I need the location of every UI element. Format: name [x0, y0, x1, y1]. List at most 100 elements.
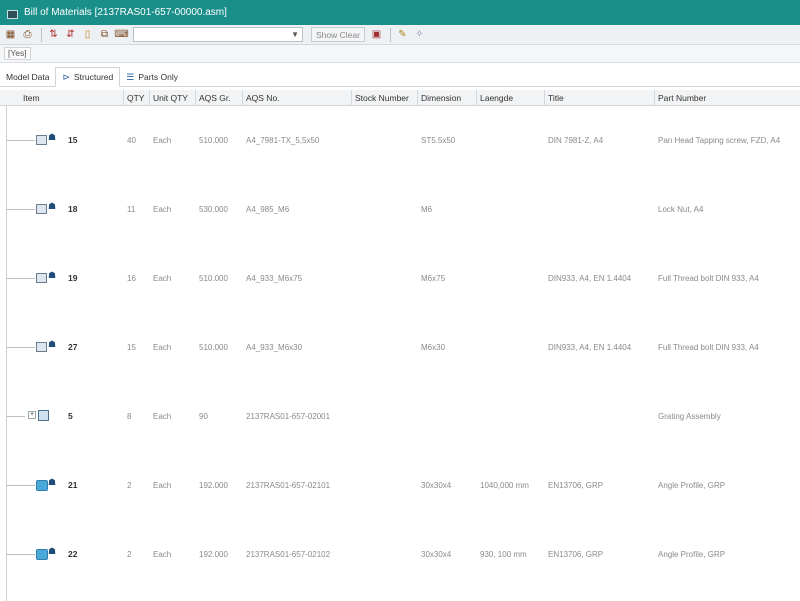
column-header-unit-qty[interactable]: Unit QTY: [150, 90, 196, 106]
laengde-cell: 930, 100 mm: [480, 550, 527, 559]
filter-icon[interactable]: ⧉: [97, 27, 112, 42]
column-header-stock-number[interactable]: Stock Number: [352, 90, 418, 106]
qty-cell: 8: [127, 412, 132, 421]
tree-connector: [7, 278, 35, 279]
print-icon[interactable]: ⎙: [20, 27, 35, 42]
laengde-cell: [477, 382, 545, 451]
sort-ascending-icon[interactable]: ⇅: [46, 27, 61, 42]
aqs-gr-cell: 530.000: [199, 205, 228, 214]
part-number-cell: Full Thread bolt DIN 933, A4: [658, 343, 759, 352]
tree-connector: [7, 209, 35, 210]
stock-number-cell: [352, 313, 418, 382]
tab-model-data[interactable]: Model Data: [0, 68, 55, 86]
qty-cell: 11: [127, 205, 136, 214]
table-row[interactable]: ☗ 21 2 Each 192.000 2137RAS01-657-02101 30x30x…: [0, 451, 800, 520]
title-cell: DIN 7981-Z, A4: [548, 136, 604, 145]
aqs-gr-cell: 192.000: [199, 550, 228, 559]
tab-structured[interactable]: ⊳ Structured: [55, 67, 121, 87]
unit-qty-cell: Each: [153, 274, 172, 283]
tab-label: Model Data: [6, 72, 50, 82]
aqs-gr-cell: 510.000: [199, 136, 228, 145]
stock-number-cell: [352, 175, 418, 244]
aqs-no-cell: A4_985_M6: [246, 205, 290, 214]
laengde-cell: [477, 106, 545, 175]
sub-toolbar: [Yes]: [0, 45, 800, 63]
show-clear-button[interactable]: Show Clear: [311, 27, 365, 42]
laengde-cell: [477, 175, 545, 244]
filter-combo[interactable]: ▼: [133, 27, 303, 42]
laengde-cell: [477, 313, 545, 382]
user-icon: ☗: [48, 339, 57, 349]
aqs-gr-cell: 90: [199, 412, 208, 421]
table-row[interactable]: ☗ 22 2 Each 192.000 2137RAS01-657-02102 30x30x…: [0, 520, 800, 589]
expand-icon[interactable]: +: [28, 411, 36, 419]
unit-qty-cell: Each: [153, 550, 172, 559]
table-row[interactable]: ☗ 18 11 Each 530.000 A4_985_M6 M6 Lock Nut, A4: [0, 175, 800, 244]
title-cell: DIN933, A4, EN 1.4404: [548, 274, 632, 283]
aqs-no-cell: 2137RAS01-657-02102: [246, 550, 331, 559]
column-header-qty[interactable]: QTY: [124, 90, 150, 106]
stock-number-cell: [352, 382, 418, 451]
dimension-cell: [418, 382, 477, 451]
dimension-cell: M6x30: [421, 343, 446, 352]
tree-connector: [7, 347, 35, 348]
dimension-cell: M6: [421, 205, 433, 214]
aqs-gr-cell: 510.000: [199, 274, 228, 283]
stock-number-cell: [352, 451, 418, 520]
export-icon[interactable]: ▦: [3, 27, 18, 42]
stock-number-cell: [352, 106, 418, 175]
column-header-part-number[interactable]: Part Number: [655, 90, 800, 106]
tree-connector: [7, 485, 35, 486]
stock-number-cell: [352, 244, 418, 313]
new-document-icon[interactable]: ▯: [80, 27, 95, 42]
user-icon: ☗: [48, 270, 57, 280]
column-header-aqs-no[interactable]: AQS No.: [243, 90, 352, 106]
user-icon: ☗: [48, 132, 57, 142]
qty-cell: 15: [127, 343, 136, 352]
aqs-no-cell: 2137RAS01-657-02101: [246, 481, 331, 490]
help-icon[interactable]: ✧: [412, 27, 427, 42]
profile-icon: ☗: [36, 546, 58, 562]
table-row[interactable]: ☗ 19 16 Each 510.000 A4_933_M6x75 M6x75 DIN933,…: [0, 244, 800, 313]
aqs-gr-cell: 510.000: [199, 343, 228, 352]
table-row[interactable]: ☗ 15 40 Each 510.000 A4_7981-TX_5,5x50 ST5.5x5…: [0, 106, 800, 175]
part-number-cell: Full Thread bolt DIN 933, A4: [658, 274, 759, 283]
view-options-icon[interactable]: ⌨: [114, 27, 129, 42]
window-titlebar: Bill of Materials [2137RAS01-657-00000.a…: [0, 0, 800, 25]
column-header-laengde[interactable]: Laengde: [477, 90, 545, 106]
title-cell: [545, 175, 655, 244]
highlight-icon[interactable]: ▣: [369, 27, 384, 42]
aqs-no-cell: 2137RAS01-657-02001: [246, 412, 331, 421]
title-cell: DIN933, A4, EN 1.4404: [548, 343, 632, 352]
settings-icon[interactable]: ✎: [395, 27, 410, 42]
unit-qty-cell: Each: [153, 343, 172, 352]
unit-qty-cell: Each: [153, 136, 172, 145]
tab-label: Parts Only: [138, 72, 178, 82]
window-title: Bill of Materials [2137RAS01-657-00000.a…: [24, 7, 227, 18]
column-header-title[interactable]: Title: [545, 90, 655, 106]
qty-cell: 2: [127, 481, 132, 490]
title-cell: EN13706, GRP: [548, 550, 604, 559]
part-icon: ☗: [36, 270, 58, 286]
column-header-item[interactable]: Item: [20, 90, 124, 106]
view-tabs: Model Data ⊳ Structured ☰ Parts Only: [0, 65, 800, 87]
bom-grid: Item QTY Unit QTY AQS Gr. AQS No. Stock …: [0, 90, 800, 601]
parts-list-icon: ☰: [126, 71, 135, 82]
aqs-no-cell: A4_933_M6x30: [246, 343, 303, 352]
column-header-dimension[interactable]: Dimension: [418, 90, 477, 106]
title-cell: [545, 382, 655, 451]
yes-button[interactable]: [Yes]: [4, 47, 31, 60]
tab-label: Structured: [74, 72, 114, 82]
sort-descending-icon[interactable]: ⇵: [63, 27, 78, 42]
item-number-cell: 15: [68, 135, 78, 145]
tab-parts-only[interactable]: ☰ Parts Only: [120, 68, 184, 86]
table-row[interactable]: ☗ 27 15 Each 510.000 A4_933_M6x30 M6x30 DIN933,…: [0, 313, 800, 382]
column-header-aqs-gr[interactable]: AQS Gr.: [196, 90, 243, 106]
structure-icon: ⊳: [62, 71, 71, 82]
item-number-cell: 19: [68, 273, 78, 283]
toolbar-separator: [389, 27, 391, 42]
profile-icon: ☗: [36, 477, 58, 493]
table-row[interactable]: +5 8 Each 90 2137RAS01-657-02001 Grating Asse…: [0, 382, 800, 451]
item-number-cell: 18: [68, 204, 78, 214]
part-icon: ☗: [36, 201, 58, 217]
